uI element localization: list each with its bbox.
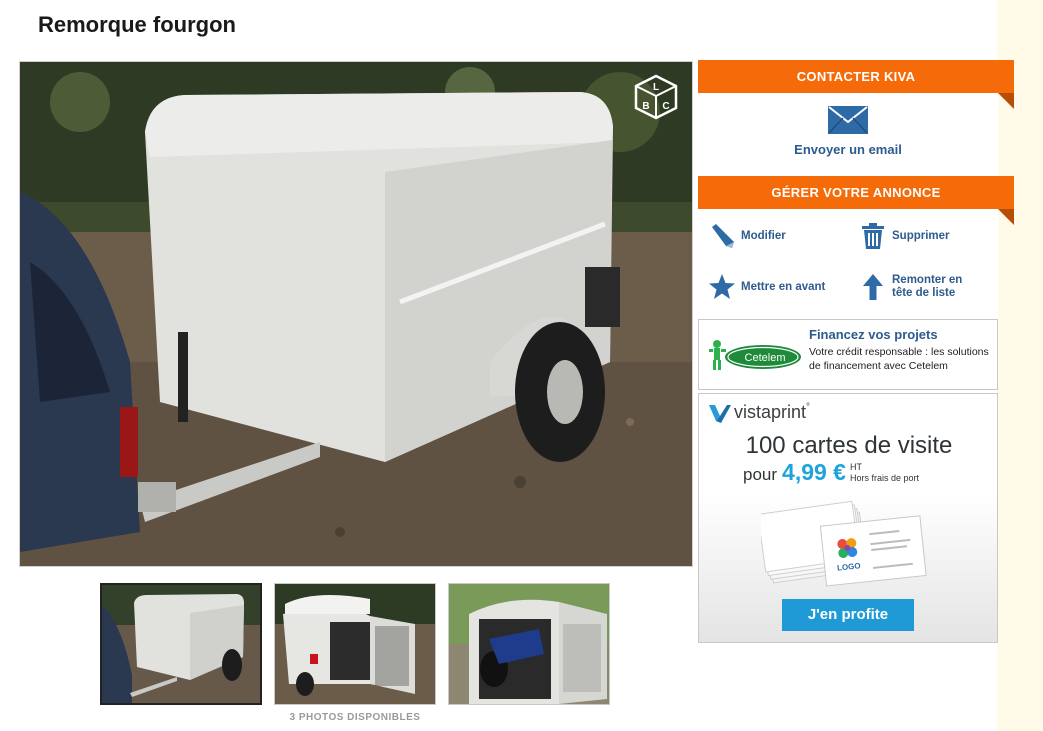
edit-label: Modifier	[741, 229, 786, 242]
arrow-up-icon	[863, 274, 883, 300]
photo-count: 3 PHOTOS DISPONIBLES	[289, 712, 421, 723]
contact-header: CONTACTER KIVA	[698, 60, 1014, 109]
vistaprint-price: 4,99 €	[782, 459, 846, 485]
thumbnail-image	[275, 584, 435, 704]
manage-box: Modifier Supprimer Mettre en avant Remon…	[698, 209, 998, 319]
thumbnail-1[interactable]	[100, 583, 262, 705]
cetelem-text: Votre crédit responsable : les solutions…	[809, 346, 989, 372]
badge-letter-left: B	[642, 101, 649, 112]
trailer-photo	[20, 62, 692, 566]
vistaprint-cta-button[interactable]: J'en profite	[782, 599, 914, 631]
thumbnail-image	[449, 584, 609, 704]
pencil-icon	[712, 224, 734, 248]
vistaprint-brand-mark: °	[806, 402, 811, 413]
badge-letter-top: L	[653, 82, 659, 93]
send-email-link[interactable]: Envoyer un email	[698, 142, 998, 157]
cetelem-logo-text: Cetelem	[745, 352, 786, 364]
contact-box: Envoyer un email	[698, 93, 998, 176]
feature-action[interactable]: Mettre en avant	[708, 273, 825, 301]
feature-label: Mettre en avant	[741, 280, 826, 293]
vistaprint-ht-block: HT Hors frais de port	[850, 462, 919, 484]
thumbnail-3[interactable]	[448, 583, 610, 705]
badge-letter-right: C	[662, 101, 669, 112]
vistaprint-shipping: Hors frais de port	[849, 473, 920, 483]
thumbnail-image	[102, 585, 260, 703]
cetelem-ad[interactable]: Cetelem Financez vos projets Votre crédi…	[698, 319, 998, 390]
envelope-icon[interactable]	[828, 106, 868, 134]
vistaprint-price-row: pour 4,99 € HT Hors frais de port	[743, 459, 919, 486]
business-cards-image: LOGO	[761, 500, 927, 587]
bump-action[interactable]: Remonter en tête de liste	[859, 273, 989, 301]
vistaprint-check-icon	[709, 404, 731, 423]
listing-title: Remorque fourgon	[38, 12, 236, 37]
vistaprint-pour: pour	[743, 465, 778, 484]
cetelem-title: Financez vos projets	[809, 327, 938, 342]
delete-action[interactable]: Supprimer	[859, 222, 950, 250]
bump-label: Remonter en tête de liste	[892, 274, 963, 299]
page: Remorque fourgon L B C 3 PHOTOS DISPONIB…	[0, 0, 1014, 731]
trash-icon	[862, 223, 884, 249]
lbc-logo-icon: L B C	[634, 74, 678, 120]
main-photo[interactable]: L B C	[19, 61, 693, 567]
sidebar: CONTACTER KIVA Envoyer un email GÉRER VO…	[698, 60, 1014, 319]
vistaprint-logo: vistaprint °	[709, 402, 810, 423]
vistaprint-headline: 100 cartes de visite	[745, 432, 953, 459]
cetelem-logo: Cetelem	[709, 340, 801, 370]
edit-action[interactable]: Modifier	[708, 222, 786, 250]
vistaprint-brand: vistaprint	[734, 402, 807, 422]
delete-label: Supprimer	[892, 229, 950, 242]
vistaprint-ad[interactable]: vistaprint ° 100 cartes de visite pour 4…	[698, 393, 998, 643]
star-icon	[709, 274, 735, 299]
manage-header: GÉRER VOTRE ANNONCE	[698, 176, 1014, 225]
thumbnail-strip	[100, 583, 610, 705]
vistaprint-ht: HT	[849, 462, 862, 472]
thumbnail-2[interactable]	[274, 583, 436, 705]
